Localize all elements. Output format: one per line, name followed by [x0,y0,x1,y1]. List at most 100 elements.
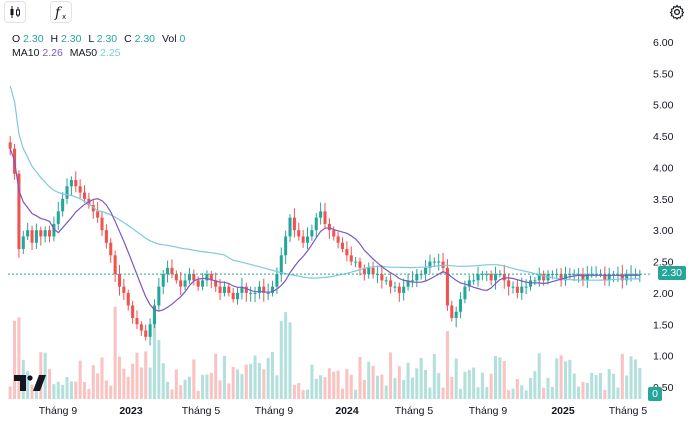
low-value: 2.30 [96,33,118,45]
volume-bar [454,358,458,399]
candle-body [389,280,393,287]
candle-body [222,286,226,293]
volume-bar [231,366,235,399]
candle-body [231,292,235,300]
volume-bar [323,377,327,399]
candle-body [292,217,296,231]
volume-bar [415,368,419,399]
x-tick-label: 2025 [551,405,575,417]
candle-body [402,286,406,293]
candle-body [96,211,100,218]
volume-bar [201,374,205,399]
volume-bar [572,373,576,399]
chart-type-button[interactable] [4,1,26,23]
y-tick-label: 5.00 [653,100,674,112]
volume-bar [48,368,52,399]
volume-bar [502,360,506,399]
candle-body [61,198,65,212]
volume-bar [279,320,283,399]
candle-body [454,311,458,318]
volume-bar [520,385,524,399]
volume-bar [205,374,209,399]
volume-bar [91,365,95,399]
candle-body [463,286,467,300]
candle-body [275,274,279,287]
x-tick-label: 2024 [335,405,359,417]
volume-bar [288,322,292,399]
candle-body [74,180,78,187]
volume-bar [629,356,633,399]
candle-body [319,211,323,218]
candle-body [349,255,353,262]
candle-body [367,267,371,275]
price-axis: 6.005.505.004.504.003.503.002.502.001.50… [653,37,674,394]
volume-bar [507,390,511,399]
ma10-line [9,148,640,312]
ma50-label: MA50 [69,47,98,59]
candle-body [340,242,345,249]
volume-bar [638,368,642,399]
settings-button[interactable] [666,1,688,23]
volume-bar [69,381,73,399]
volume-bar [625,375,629,399]
volume-bar [117,356,122,399]
candle-body [301,236,305,243]
candle-body [314,217,318,231]
close-label: C [124,33,132,45]
volume-bar [402,379,406,399]
volume-bar [74,381,78,399]
volume-bar [349,374,353,399]
indicators-button[interactable]: f x [50,1,72,23]
candle-body [415,274,419,281]
volume-bar [607,369,611,399]
candle-body [104,230,108,243]
candle-body [135,318,139,325]
volume-bar [515,379,519,399]
candle-body [236,292,240,300]
x-tick-label: Tháng 5 [609,405,648,417]
volume-bar [472,367,476,399]
x-tick-label: Tháng 9 [255,405,294,417]
volume-bar [424,369,428,399]
volume-bar [157,340,161,399]
volume-bar [253,355,257,399]
volume-bar [301,390,305,399]
volume-bar [174,369,178,399]
volume-bar [209,372,213,399]
volume-bar [459,388,463,399]
y-tick-label: 6.00 [653,37,674,49]
volume-bar [340,388,345,399]
volume-bar [222,355,226,399]
volume-bar [297,382,301,399]
low-label: L [88,33,94,45]
close-value: 2.30 [134,33,156,45]
open-label: O [12,33,21,45]
price-chart[interactable]: 6.005.505.004.504.003.503.002.502.001.50… [0,0,700,424]
volume-bar [196,390,200,399]
candle-body [432,261,436,263]
candle-body [310,230,314,237]
volume-bar [271,352,275,399]
candle-body [284,236,288,256]
tradingview-logo[interactable] [14,373,46,393]
volume-bar [292,384,296,399]
volume-bar [594,375,598,399]
chart-toolbar: f x [0,0,700,26]
candle-body [358,261,362,268]
candle-body [157,286,161,306]
volume-bar [192,359,196,399]
ma10-value: 2.26 [42,47,63,59]
candle-body [21,236,25,249]
volume-bar [52,384,56,399]
candle-body [323,211,327,224]
volume-bar [371,365,375,399]
volume-bar [485,387,489,399]
volume-bar [170,389,174,399]
candle-body [459,299,463,312]
candle-body [336,236,340,243]
volume-bar [476,387,480,399]
volume-bar [179,385,183,399]
candle-body [476,274,480,281]
candle-body [384,280,388,282]
volume-bar [218,380,222,399]
